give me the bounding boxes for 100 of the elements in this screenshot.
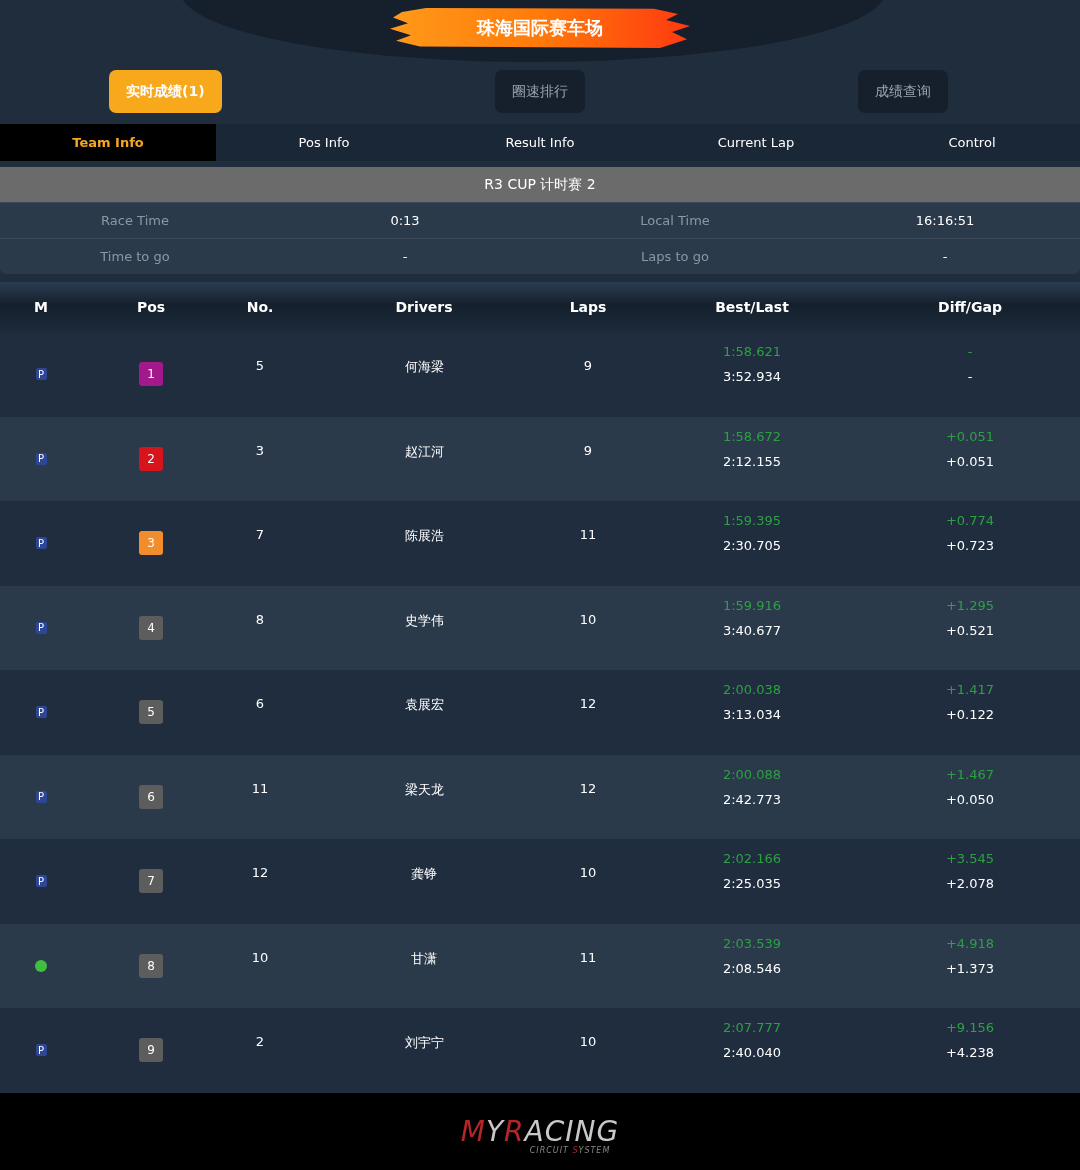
table-cell: 10 [579, 1034, 597, 1049]
table-cell: 10 [579, 865, 597, 880]
diff-time: +1.467 [945, 766, 995, 782]
pit-marker: P [35, 621, 47, 634]
table-cell: 何海梁 [404, 358, 444, 376]
last-lap-time: 3:40.677 [722, 622, 782, 638]
diff-time: +0.774 [945, 513, 995, 528]
pit-marker: P [35, 790, 47, 803]
table-cell: 9 [583, 358, 593, 373]
last-lap-time: 2:12.155 [722, 453, 782, 469]
tab[interactable]: Pos Info [216, 124, 432, 161]
best-lap-time: 2:00.088 [722, 766, 782, 782]
position-badge: 2 [139, 446, 163, 471]
info-value: 0:13 [270, 202, 540, 238]
table-cell: 梁天龙 [404, 780, 444, 799]
position-badge: 4 [139, 615, 163, 640]
info-value: - [810, 238, 1080, 274]
gap-time: +2.078 [945, 876, 995, 891]
diff-time: +1.417 [945, 682, 995, 697]
table-cell: 11 [251, 780, 269, 796]
pit-marker: P [35, 368, 47, 381]
logo: MYRACING [460, 1117, 620, 1146]
column-header: Laps [568, 299, 608, 315]
column-header: Pos [135, 299, 167, 315]
gap-time: +0.723 [945, 538, 995, 553]
best-lap-time: 1:59.916 [722, 597, 782, 613]
position-badge: 7 [139, 869, 163, 894]
table-cell: 陈展浩 [404, 527, 444, 545]
last-lap-time: 2:40.040 [722, 1045, 782, 1060]
position-badge: 6 [139, 784, 163, 809]
diff-time: +4.918 [945, 935, 995, 951]
gap-time: +1.373 [945, 960, 995, 976]
table-cell: 刘宇宁 [404, 1034, 444, 1052]
pit-marker: P [35, 706, 47, 719]
column-header: M [33, 299, 49, 315]
info-label: Race Time [0, 202, 270, 238]
tab[interactable]: Team Info [0, 124, 216, 161]
table-cell: 甘潇 [411, 949, 437, 968]
pit-marker: P [35, 537, 47, 550]
table-cell: 12 [579, 696, 597, 711]
info-label: Time to go [0, 238, 270, 274]
gap-time: +0.051 [945, 453, 995, 469]
tab[interactable]: Current Lap [648, 124, 864, 161]
column-header: Best/Last [714, 299, 790, 315]
table-cell: 龚铮 [411, 865, 437, 883]
column-header: No. [245, 299, 275, 315]
info-value: 16:16:51 [810, 202, 1080, 238]
last-lap-time: 2:30.705 [722, 538, 782, 553]
tab[interactable]: Control [864, 124, 1080, 161]
position-badge: 3 [139, 531, 163, 556]
gap-time: - [967, 369, 973, 384]
diff-time: +3.545 [945, 851, 995, 866]
last-lap-time: 3:13.034 [722, 707, 782, 722]
best-lap-time: 2:02.166 [722, 851, 782, 866]
pit-marker: P [35, 875, 47, 888]
table-cell: 10 [579, 611, 597, 627]
diff-time: +1.295 [945, 597, 995, 613]
position-badge: 8 [139, 953, 163, 978]
last-lap-time: 2:42.773 [722, 791, 782, 807]
position-badge: 1 [139, 362, 163, 387]
tab[interactable]: Result Info [432, 124, 648, 161]
diff-time: +0.051 [945, 428, 995, 444]
gap-time: +0.521 [945, 622, 995, 638]
table-cell: 3 [255, 442, 265, 458]
best-lap-time: 2:00.038 [722, 682, 782, 697]
best-lap-time: 1:58.672 [722, 428, 782, 444]
best-lap-time: 2:07.777 [722, 1020, 782, 1035]
position-badge: 9 [139, 1038, 163, 1063]
column-header: Drivers [394, 299, 454, 315]
table-cell: 10 [251, 949, 269, 965]
table-cell: 赵江河 [404, 442, 444, 461]
last-lap-time: 2:08.546 [722, 960, 782, 976]
table-cell: 史学伟 [404, 611, 444, 630]
session-title: R3 CUP 计时赛 2 [0, 167, 1080, 202]
mode-button[interactable]: 圈速排行 [494, 70, 585, 113]
position-badge: 5 [139, 700, 163, 725]
table-cell: 6 [255, 696, 265, 711]
table-cell: 9 [583, 442, 593, 458]
diff-time: - [967, 344, 973, 359]
best-lap-time: 1:59.395 [722, 513, 782, 528]
pit-marker: P [35, 1044, 47, 1057]
gap-time: +0.122 [945, 707, 995, 722]
info-label: Local Time [540, 202, 810, 238]
gap-time: +0.050 [945, 791, 995, 807]
pit-marker: P [35, 452, 47, 465]
table-cell: 2 [255, 1034, 265, 1049]
logo-tagline: CIRCUIT SYSTEM [529, 1145, 611, 1155]
table-cell: 11 [579, 949, 597, 965]
best-lap-time: 1:58.621 [722, 344, 782, 359]
info-label: Laps to go [540, 238, 810, 274]
table-cell: 8 [255, 611, 265, 627]
table-cell: 12 [579, 780, 597, 796]
diff-time: +9.156 [945, 1020, 995, 1035]
best-lap-time: 2:03.539 [722, 935, 782, 951]
gap-time: +4.238 [945, 1045, 995, 1060]
last-lap-time: 2:25.035 [722, 876, 782, 891]
column-header: Diff/Gap [937, 299, 1003, 315]
mode-button[interactable]: 成绩查询 [858, 70, 948, 113]
table-cell: 11 [579, 527, 597, 542]
last-lap-time: 3:52.934 [722, 369, 782, 384]
